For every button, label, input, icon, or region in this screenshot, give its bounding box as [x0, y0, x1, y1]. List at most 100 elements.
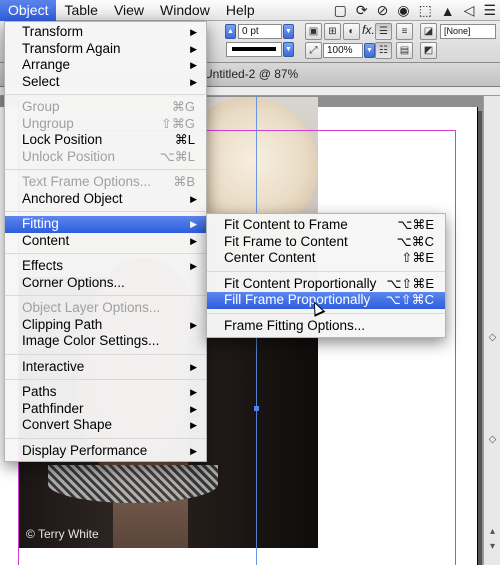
menu-item-shortcut: ⌘L — [174, 132, 195, 147]
time-machine-icon[interactable]: ◉ — [397, 2, 409, 19]
menu-item-select[interactable]: Select ▶ — [5, 74, 206, 91]
menu-item-shortcut: ⇧⌘E — [401, 250, 434, 265]
menu-item-image-color-settings[interactable]: Image Color Settings... — [5, 333, 206, 350]
scale-icon[interactable]: ⤢ — [305, 42, 322, 59]
scroll-marker2-icon: ◇ — [488, 434, 497, 445]
submenu-arrow-icon: ▶ — [190, 60, 197, 70]
align-left-icon[interactable]: ☰ — [375, 23, 392, 40]
eject-icon[interactable]: ▲ — [441, 3, 455, 19]
effects-icon[interactable]: ◐ — [343, 23, 360, 40]
menu-item-clipping-path[interactable]: Clipping Path ▶ — [5, 317, 206, 334]
margin-guide-right — [455, 130, 456, 565]
scroll-down-icon[interactable]: ▾ — [487, 541, 498, 552]
menu-separator — [5, 253, 206, 254]
menu-separator — [5, 379, 206, 380]
menu-item-object-layer-options: Object Layer Options... — [5, 300, 206, 317]
menu-item-shortcut: ⌥⇧⌘E — [386, 275, 434, 291]
stroke-type-dropdown-icon[interactable]: ▼ — [283, 42, 294, 57]
menu-item-fit-content-proportionally[interactable]: Fit Content Proportionally ⌥⇧⌘E — [207, 276, 445, 293]
no-entry-icon[interactable]: ⊘ — [377, 2, 389, 19]
swatch-fill-icon[interactable]: ◩ — [420, 42, 437, 59]
menu-item-content[interactable]: Content ▶ — [5, 233, 206, 250]
menu-item-anchored-object[interactable]: Anchored Object ▶ — [5, 191, 206, 208]
menu-item-display-performance[interactable]: Display Performance ▶ — [5, 443, 206, 460]
stroke-weight-stepper-icon[interactable]: ▲ — [225, 24, 236, 39]
wrap-around-icon[interactable]: ▤ — [396, 42, 413, 59]
menu-item-fill-frame-proportionally[interactable]: Fill Frame Proportionally ⌥⇧⌘C — [207, 292, 445, 309]
frame-handle-bottom[interactable] — [254, 406, 259, 411]
box-icon[interactable]: ▢ — [334, 2, 347, 19]
menu-item-corner-options[interactable]: Corner Options... — [5, 275, 206, 292]
menu-item-fitting[interactable]: Fitting ▶ — [5, 216, 206, 233]
align-center-icon[interactable]: ≡ — [396, 23, 413, 40]
scale-percent-dropdown-icon[interactable]: ▼ — [364, 43, 375, 58]
menu-item-label: Text Frame Options... — [22, 174, 152, 189]
object-menu: Transform ▶ Transform Again ▶ Arrange ▶ Select… — [4, 21, 207, 462]
sync-icon[interactable]: ⟳ — [356, 2, 368, 19]
menu-separator — [5, 94, 206, 95]
menu-item-fit-frame-to-content[interactable]: Fit Frame to Content ⌥⌘C — [207, 234, 445, 251]
menu-item-label: Fill Frame Proportionally — [224, 292, 371, 307]
volume-icon[interactable]: ◁ — [464, 2, 475, 19]
menu-item-label: Corner Options... — [22, 274, 125, 290]
menu-item-label: Fit Frame to Content — [224, 233, 348, 249]
menu-item-center-content[interactable]: Center Content ⇧⌘E — [207, 250, 445, 267]
menu-bar: Object Table View Window Help ▢ ⟳ ⊘ ◉ ⬚ … — [0, 0, 500, 21]
menu-item-frame-fitting-options[interactable]: Frame Fitting Options... — [207, 318, 445, 335]
scale-percent-field[interactable]: 100% — [323, 43, 363, 58]
menu-item-label: Clipping Path — [22, 316, 103, 332]
menu-item-label: Center Content — [224, 250, 316, 265]
stroke-weight-field[interactable]: 0 pt — [238, 24, 282, 39]
menu-view[interactable]: View — [106, 0, 152, 21]
menu-extras: ▢ ⟳ ⊘ ◉ ⬚ ▲ ◁ ☰ — [334, 0, 496, 21]
menu-item-label: Ungroup — [22, 115, 74, 131]
menu-item-text-frame-options: Text Frame Options... ⌘B — [5, 174, 206, 191]
swatch-stroke-icon[interactable]: ◪ — [420, 23, 437, 40]
display-icon[interactable]: ⬚ — [419, 2, 432, 19]
content-fit-icon[interactable]: ⊞ — [324, 23, 341, 40]
scroll-marker-icon: ◇ — [488, 332, 497, 343]
page-shadow — [478, 111, 482, 565]
list-icon[interactable]: ☰ — [483, 2, 496, 19]
menu-item-transform-again[interactable]: Transform Again ▶ — [5, 41, 206, 58]
menu-item-pathfinder[interactable]: Pathfinder ▶ — [5, 401, 206, 418]
menu-item-label: Lock Position — [22, 132, 103, 147]
menu-table[interactable]: Table — [56, 0, 105, 21]
menu-item-label: Unlock Position — [22, 148, 116, 164]
scroll-up-icon[interactable]: ▴ — [487, 526, 498, 537]
stroke-line-preview — [232, 47, 276, 51]
menu-separator — [5, 169, 206, 170]
menu-item-fit-content-to-frame[interactable]: Fit Content to Frame ⌥⌘E — [207, 217, 445, 234]
stroke-weight-dropdown-icon[interactable]: ▼ — [283, 24, 294, 39]
menu-item-effects[interactable]: Effects ▶ — [5, 258, 206, 275]
menu-item-label: Pathfinder — [22, 400, 84, 416]
menu-item-arrange[interactable]: Arrange ▶ — [5, 57, 206, 74]
menu-item-shortcut: ⌘G — [171, 99, 195, 114]
menu-help[interactable]: Help — [218, 0, 263, 21]
image-hair-right — [188, 337, 318, 548]
menu-item-label: Arrange — [22, 57, 71, 72]
menu-item-label: Select — [22, 73, 60, 89]
fx-icon[interactable]: fx. — [362, 23, 375, 37]
menu-item-interactive[interactable]: Interactive ▶ — [5, 359, 206, 376]
menu-item-lock-position[interactable]: Lock Position ⌘L — [5, 132, 206, 149]
menu-separator — [5, 353, 206, 355]
vertical-scrollbar[interactable]: ◇ ◇ ▴ ▾ — [483, 96, 500, 565]
menu-item-label: Fit Content to Frame — [224, 217, 348, 232]
menu-item-shortcut: ⌥⇧⌘C — [385, 292, 434, 307]
menu-item-label: Effects — [22, 258, 64, 273]
submenu-arrow-icon: ▶ — [190, 261, 197, 271]
menu-window[interactable]: Window — [152, 0, 218, 21]
menu-item-label: Display Performance — [22, 442, 148, 458]
object-style-select[interactable]: [None] — [440, 24, 496, 39]
menu-item-transform[interactable]: Transform ▶ — [5, 24, 206, 41]
menu-item-paths[interactable]: Paths ▶ — [5, 384, 206, 401]
wrap-icon[interactable]: ☷ — [375, 42, 392, 59]
stroke-type-select[interactable] — [226, 42, 282, 57]
frame-fit-icon[interactable]: ▣ — [305, 23, 322, 40]
image-choker — [48, 465, 218, 503]
document-title[interactable]: Untitled-2 @ 87% — [204, 67, 298, 81]
menu-object[interactable]: Object — [0, 0, 57, 21]
menu-item-convert-shape[interactable]: Convert Shape ▶ — [5, 417, 206, 434]
menu-separator — [207, 270, 445, 272]
